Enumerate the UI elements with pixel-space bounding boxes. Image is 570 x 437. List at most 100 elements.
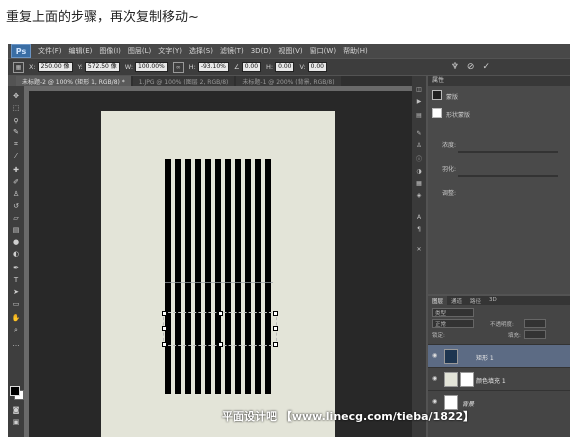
handle-middle-left[interactable] bbox=[162, 326, 167, 331]
visibility-eye-icon[interactable]: ◉ bbox=[432, 352, 437, 359]
angle-input[interactable]: 0.00 bbox=[241, 62, 262, 72]
menu-file[interactable]: 文件(F) bbox=[38, 46, 62, 56]
paragraph-panel-icon[interactable]: ¶ bbox=[415, 226, 423, 233]
angle-field[interactable]: ∠ 0.00 bbox=[234, 62, 262, 72]
clone-source-icon[interactable]: ♙ bbox=[415, 142, 423, 149]
lock-label: 锁定: bbox=[432, 333, 445, 339]
handle-bottom-right[interactable] bbox=[273, 342, 278, 347]
character-panel-icon[interactable]: A bbox=[415, 214, 423, 221]
move-tool-icon[interactable]: ✥ bbox=[11, 92, 21, 100]
lasso-tool-icon[interactable]: ϙ bbox=[11, 116, 21, 124]
pen-tool-icon[interactable]: ✒ bbox=[11, 264, 21, 272]
menu-window[interactable]: 窗口(W) bbox=[310, 46, 336, 56]
more-tools-icon[interactable]: … bbox=[11, 340, 21, 348]
menu-3d[interactable]: 3D(D) bbox=[251, 47, 272, 55]
density-slider[interactable] bbox=[458, 151, 558, 153]
h-input[interactable]: -93.10% bbox=[197, 62, 229, 72]
stripe-group[interactable] bbox=[165, 159, 273, 394]
link-icon[interactable]: ∞ bbox=[172, 61, 184, 73]
menu-select[interactable]: 选择(S) bbox=[189, 46, 213, 56]
hskew-field[interactable]: H: 0.00 bbox=[266, 62, 295, 72]
navigator-panel-icon[interactable]: ▤ bbox=[415, 112, 423, 119]
y-field[interactable]: Y: 572.50 像 bbox=[78, 62, 120, 72]
handle-top-right[interactable] bbox=[273, 311, 278, 316]
layer-row[interactable]: ◉ 矩形 1 bbox=[428, 344, 570, 367]
layer-kind-filter[interactable]: 类型 bbox=[432, 308, 474, 317]
menu-view[interactable]: 视图(V) bbox=[278, 46, 302, 56]
vskew-field[interactable]: V: 0.00 bbox=[299, 62, 327, 72]
tab-document-jpg[interactable]: 1.JPG @ 100% (图层 2, RGB/8) bbox=[132, 76, 235, 86]
h-field[interactable]: H: -93.10% bbox=[189, 62, 229, 72]
document-canvas[interactable] bbox=[101, 111, 335, 437]
brush-tool-icon[interactable]: ✐ bbox=[11, 178, 21, 186]
tab-document-1[interactable]: 未标题-1 @ 200% (背景, RGB/8) bbox=[236, 76, 341, 86]
healing-tool-icon[interactable]: ✚ bbox=[11, 166, 21, 174]
commit-transform-icon[interactable]: ✓ bbox=[482, 62, 490, 72]
vertical-ruler[interactable] bbox=[24, 91, 29, 437]
styles-panel-icon[interactable]: ◈ bbox=[415, 192, 423, 199]
opacity-input[interactable] bbox=[524, 319, 546, 328]
tab-channels[interactable]: 通道 bbox=[447, 296, 466, 305]
marquee-tool-icon[interactable]: ⬚ bbox=[11, 104, 21, 112]
w-field[interactable]: W: 100.00% bbox=[125, 62, 168, 72]
horizontal-ruler[interactable] bbox=[24, 86, 412, 91]
menu-help[interactable]: 帮助(H) bbox=[343, 46, 368, 56]
warp-icon[interactable]: ♆ bbox=[451, 62, 459, 72]
menu-filter[interactable]: 滤镜(T) bbox=[220, 46, 244, 56]
history-panel-icon[interactable]: ◫ bbox=[415, 86, 423, 93]
layer-row[interactable]: ◉ 颜色填充 1 bbox=[428, 367, 570, 390]
eraser-tool-icon[interactable]: ▱ bbox=[11, 214, 21, 222]
eyedropper-tool-icon[interactable]: ⁄ bbox=[11, 152, 21, 160]
menu-image[interactable]: 图像(I) bbox=[99, 46, 121, 56]
hand-tool-icon[interactable]: ✋ bbox=[11, 314, 21, 322]
gradient-tool-icon[interactable]: ▤ bbox=[11, 226, 21, 234]
path-select-tool-icon[interactable]: ➤ bbox=[11, 288, 21, 296]
handle-top-left[interactable] bbox=[162, 311, 167, 316]
handle-bottom-left[interactable] bbox=[162, 342, 167, 347]
handle-middle-right[interactable] bbox=[273, 326, 278, 331]
tab-document-2[interactable]: 未标题-2 @ 100% (矩形 1, RGB/8) * bbox=[16, 76, 131, 86]
blur-tool-icon[interactable]: ● bbox=[11, 238, 21, 246]
blend-mode-select[interactable]: 正常 bbox=[432, 319, 474, 328]
handle-top-center[interactable] bbox=[218, 311, 223, 316]
crop-tool-icon[interactable]: ⌗ bbox=[11, 140, 21, 148]
reference-point-icon[interactable]: ▦ bbox=[13, 61, 24, 73]
zoom-tool-icon[interactable]: ⌕ bbox=[11, 326, 21, 334]
y-input[interactable]: 572.50 像 bbox=[84, 62, 120, 72]
dodge-tool-icon[interactable]: ◐ bbox=[11, 250, 21, 258]
stamp-tool-icon[interactable]: ♙ bbox=[11, 190, 21, 198]
foreground-color-swatch[interactable] bbox=[10, 386, 20, 396]
brush-panel-icon[interactable]: ✎ bbox=[415, 130, 423, 137]
quick-select-tool-icon[interactable]: ✎ bbox=[11, 128, 21, 136]
w-input[interactable]: 100.00% bbox=[135, 62, 168, 72]
fill-input[interactable] bbox=[524, 330, 546, 339]
blend-mode-value: 正常 bbox=[435, 322, 447, 328]
feather-slider[interactable] bbox=[458, 175, 558, 177]
visibility-eye-icon[interactable]: ◉ bbox=[432, 375, 437, 382]
swatches-panel-icon[interactable]: ▦ bbox=[415, 180, 423, 187]
info-panel-icon[interactable]: ⓘ bbox=[415, 156, 423, 163]
visibility-eye-icon[interactable]: ◉ bbox=[432, 398, 437, 405]
stripe-bar bbox=[205, 159, 211, 394]
menu-layer[interactable]: 图层(L) bbox=[128, 46, 151, 56]
shape-tool-icon[interactable]: ▭ bbox=[11, 300, 21, 308]
tab-3d[interactable]: 3D bbox=[485, 296, 501, 305]
color-panel-icon[interactable]: ◑ bbox=[415, 168, 423, 175]
history-brush-tool-icon[interactable]: ↺ bbox=[11, 202, 21, 210]
menu-edit[interactable]: 编辑(E) bbox=[69, 46, 93, 56]
tab-paths[interactable]: 路径 bbox=[466, 296, 485, 305]
quick-mask-icon[interactable]: ◙ bbox=[11, 406, 21, 414]
x-input[interactable]: 250.00 像 bbox=[37, 62, 73, 72]
vskew-input[interactable]: 0.00 bbox=[307, 62, 327, 72]
actions-panel-icon[interactable]: ▶ bbox=[415, 98, 423, 105]
tool-presets-icon[interactable]: ✕ bbox=[415, 246, 423, 253]
handle-bottom-center[interactable] bbox=[218, 342, 223, 347]
transform-bounding-box[interactable] bbox=[162, 311, 278, 347]
hskew-input[interactable]: 0.00 bbox=[275, 62, 295, 72]
type-tool-icon[interactable]: T bbox=[11, 276, 21, 284]
screen-mode-icon[interactable]: ▣ bbox=[11, 418, 21, 426]
cancel-transform-icon[interactable]: ⊘ bbox=[467, 62, 475, 72]
menu-type[interactable]: 文字(Y) bbox=[158, 46, 182, 56]
x-field[interactable]: X: 250.00 像 bbox=[29, 62, 73, 72]
tab-layers[interactable]: 图层 bbox=[428, 296, 448, 305]
